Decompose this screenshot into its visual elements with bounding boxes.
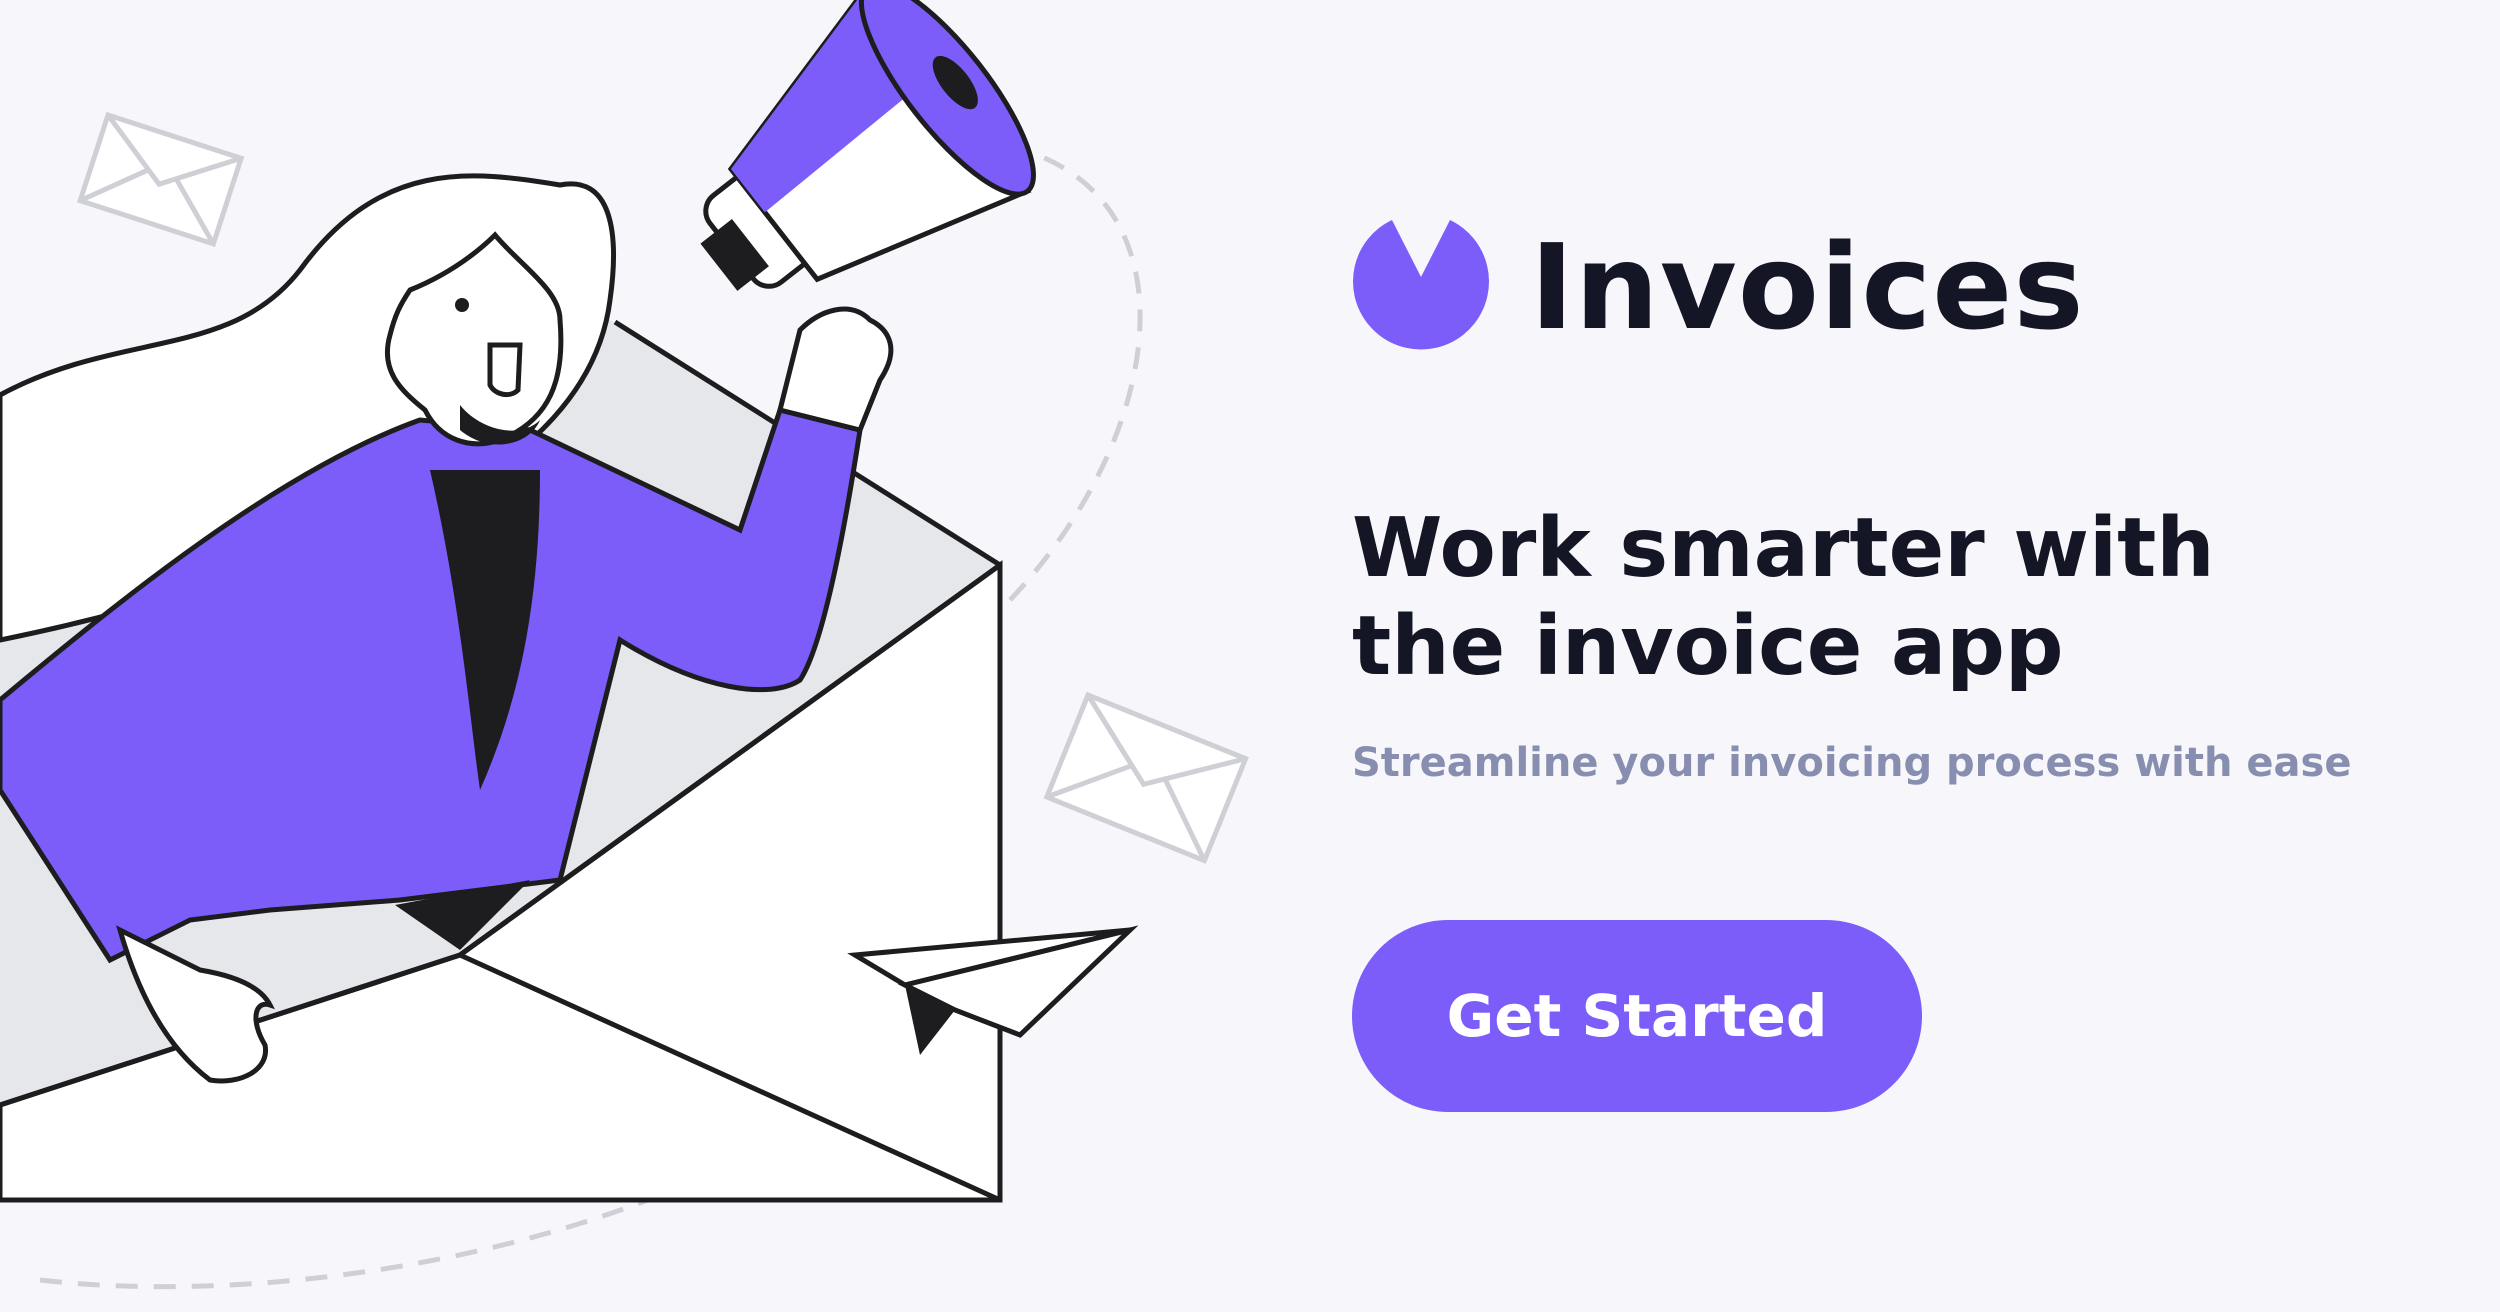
raised-hand [776, 306, 894, 433]
eye [455, 298, 469, 312]
invoices-logo-icon [1353, 220, 1489, 350]
headline: Work smarter with the invoice app [1352, 500, 2402, 696]
envelope-small-top-icon [77, 111, 245, 248]
envelope-small-right-icon [1043, 691, 1249, 864]
dashed-trail-upper [969, 137, 1143, 602]
woman-with-megaphone-illustration [0, 0, 1249, 1290]
headline-line-2: the invoice app [1352, 599, 2064, 694]
landing-page: Invoices Work smarter with the invoice a… [0, 0, 2500, 1312]
headline-line-1: Work smarter with [1352, 501, 2215, 596]
subtitle: Streamline your invoicing process with e… [1352, 740, 2352, 786]
mouth [487, 342, 523, 398]
brand-name: Invoices [1530, 218, 2085, 356]
get-started-button[interactable]: Get Started [1352, 920, 1922, 1112]
brand: Invoices [1352, 212, 2085, 362]
